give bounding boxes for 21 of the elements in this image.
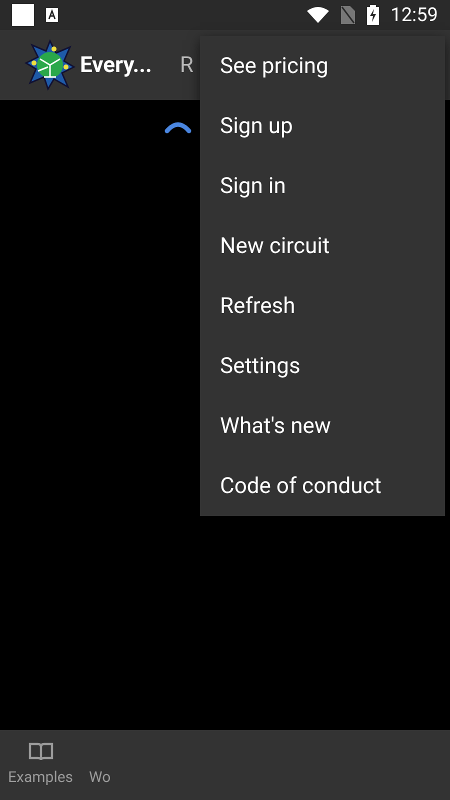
tab-label[interactable]: R — [180, 48, 194, 82]
menu-item[interactable]: What's new — [200, 396, 445, 456]
clock-time: 12:59 — [390, 2, 438, 28]
menu-item[interactable]: Settings — [200, 336, 445, 396]
app-title: Every... — [80, 52, 152, 80]
nav-tab[interactable]: Examples — [8, 742, 74, 788]
battery-charging-icon — [366, 5, 379, 25]
wifi-icon — [306, 7, 329, 23]
menu-item[interactable]: Refresh — [200, 276, 445, 336]
no-sim-icon — [340, 6, 355, 24]
menu-item[interactable]: New circuit — [200, 216, 445, 276]
nav-tab[interactable]: Wo — [89, 742, 111, 788]
loading-spinner-icon — [164, 120, 192, 134]
menu-item[interactable]: Code of conduct — [200, 456, 445, 516]
book-icon — [28, 742, 54, 762]
notification-square-icon — [12, 4, 34, 26]
font-icon — [46, 8, 58, 22]
circuit-logo-icon — [24, 39, 76, 91]
menu-item[interactable]: Sign up — [200, 96, 445, 156]
menu-item[interactable]: Sign in — [200, 156, 445, 216]
menu-item[interactable]: See pricing — [200, 36, 445, 96]
